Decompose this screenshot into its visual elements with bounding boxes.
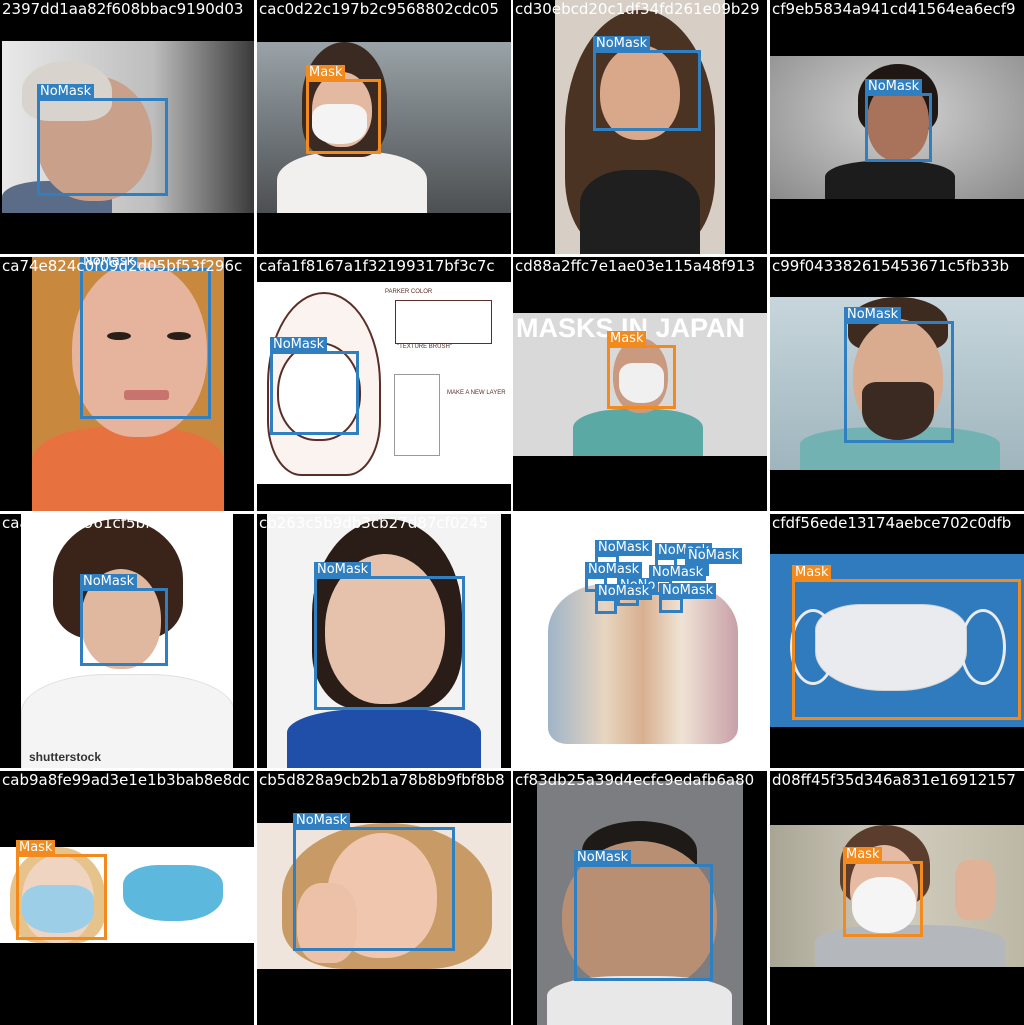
detection-box-nomask: NoMask bbox=[80, 257, 211, 419]
detection-box-nomask: NoMask bbox=[314, 562, 465, 710]
tile-title: cd88a2ffc7e1ae03e115a48f913 bbox=[515, 257, 756, 275]
person-body bbox=[580, 170, 700, 254]
detection-box-nomask: NoMask bbox=[574, 850, 713, 981]
detection-label: NoMask bbox=[314, 562, 372, 578]
detection-label: NoMask bbox=[270, 337, 328, 353]
detection-box-nomask: NoMask bbox=[844, 307, 954, 443]
tile-10: cb263c5b9db3cb27d87cf0245 NoMask bbox=[257, 514, 511, 768]
sketch-note: MAKE A NEW LAYER bbox=[447, 390, 506, 396]
tile-1: 2397dd1aa82f608bbac9190d03 NoMask bbox=[0, 0, 254, 254]
detection-label: Mask bbox=[607, 331, 647, 347]
tile-13: cab9a8fe99ad3e1e1b3bab8e8dc Mask bbox=[0, 771, 254, 1025]
tile-6: cafa1f8167a1f32199317bf3c7c PARKER COLOR… bbox=[257, 257, 511, 511]
detection-box-nomask: NoMask bbox=[865, 79, 932, 162]
tile-title: cafa1f8167a1f32199317bf3c7c bbox=[259, 257, 495, 275]
tile-14: cb5d828a9cb2b1a78b8b9fbf8b8 NoMask bbox=[257, 771, 511, 1025]
detection-box-mask: Mask bbox=[792, 565, 1021, 720]
detection-box-nomask: NoMask bbox=[80, 574, 168, 666]
tile-title: d08ff45f35d346a831e16912157 bbox=[772, 771, 1016, 789]
detection-box-nomask: NoMask bbox=[659, 583, 717, 613]
watermark: shutterstock bbox=[29, 750, 102, 764]
tile-2: cac0d22c197b2c9568802cdc05 Mask bbox=[257, 0, 511, 254]
detection-label: NoMask bbox=[293, 813, 351, 829]
detection-label: NoMask bbox=[585, 562, 643, 578]
detection-box-mask: Mask bbox=[16, 840, 107, 940]
detection-box-nomask: NoMask bbox=[293, 813, 455, 951]
detection-label: Mask bbox=[792, 565, 832, 581]
detection-label: NoMask bbox=[37, 84, 95, 100]
detection-box-mask: Mask bbox=[843, 847, 923, 937]
tile-12: cfdf56ede13174aebce702c0dfb Mask bbox=[770, 514, 1024, 768]
layers-panel bbox=[394, 374, 440, 456]
sketch-note: PARKER COLOR bbox=[385, 289, 433, 295]
person-body bbox=[32, 427, 224, 511]
detection-label: Mask bbox=[16, 840, 56, 856]
detection-box-nomask: NoMask bbox=[593, 36, 701, 131]
tile-title: cab9a8fe99ad3e1e1b3bab8e8dc bbox=[2, 771, 251, 789]
tile-title: cb263c5b9db3cb27d87cf0245 bbox=[259, 514, 489, 532]
tile-title: 2397dd1aa82f608bbac9190d03 bbox=[2, 0, 244, 18]
detection-label: NoMask bbox=[844, 307, 902, 323]
person-body bbox=[547, 976, 732, 1025]
tile-8: c99f043382615453671c5fb33b NoMask bbox=[770, 257, 1024, 511]
tile-title: ca74e824c0f09d2d05bf53f296c bbox=[2, 257, 243, 275]
detection-box-nomask: NoMask bbox=[37, 84, 168, 196]
detection-label: NoMask bbox=[574, 850, 632, 866]
tile-title: cac0d22c197b2c9568802cdc05 bbox=[259, 0, 499, 18]
person-body bbox=[825, 161, 955, 199]
loose-mask bbox=[123, 865, 223, 921]
tile-16: d08ff45f35d346a831e16912157 Mask bbox=[770, 771, 1024, 1025]
detection-label: NoMask bbox=[659, 583, 717, 599]
tile-title: cb5d828a9cb2b1a78b8b9fbf8b8 bbox=[259, 771, 505, 789]
sketch-note: "TEXTURE BRUSH" bbox=[397, 344, 452, 350]
detection-label: NoMask bbox=[865, 79, 923, 95]
person-body bbox=[287, 709, 481, 768]
detection-box-nomask: NoMask bbox=[270, 337, 359, 435]
brush-panel bbox=[395, 300, 492, 344]
group-people bbox=[548, 584, 738, 744]
detection-label: Mask bbox=[843, 847, 883, 863]
tile-15: cf83db25a39d4ecfc9edafb6a80 NoMask bbox=[513, 771, 767, 1025]
tile-title: caaca8ba4961cf5bf7f62f7287 bbox=[2, 514, 228, 532]
tile-title: cfdf56ede13174aebce702c0dfb bbox=[772, 514, 1012, 532]
detection-box-mask: Mask bbox=[306, 65, 381, 154]
detection-box-mask: Mask bbox=[607, 331, 676, 409]
person-body bbox=[573, 409, 703, 456]
tile-4: cf9eb5834a941cd41564ea6ecf9 NoMask bbox=[770, 0, 1024, 254]
detection-box-nomask: NoMask bbox=[595, 584, 653, 614]
tile-7: cd88a2ffc7e1ae03e115a48f913 MASKS IN JAP… bbox=[513, 257, 767, 511]
detection-label: NoMask bbox=[593, 36, 651, 52]
tile-title: cf9eb5834a941cd41564ea6ecf9 bbox=[772, 0, 1016, 18]
photo bbox=[257, 42, 511, 213]
person-body bbox=[277, 152, 427, 213]
tile-5: ca74e824c0f09d2d05bf53f296c NoMask bbox=[0, 257, 254, 511]
detection-label: NoMask bbox=[80, 574, 138, 590]
tile-11: ccdacd60d3502e5b06c28dea7f0 NoMask NoMas… bbox=[513, 514, 767, 768]
tile-3: cd30ebcd20c1df34fd261e09b29 NoMask bbox=[513, 0, 767, 254]
detection-label: NoMask bbox=[685, 548, 743, 564]
tile-title: cf83db25a39d4ecfc9edafb6a80 bbox=[515, 771, 755, 789]
detection-grid: 2397dd1aa82f608bbac9190d03 NoMask cac0d2… bbox=[0, 0, 1024, 1025]
tile-title: ccdacd60d3502e5b06c28dea7f0 bbox=[515, 514, 762, 532]
detection-label: NoMask bbox=[595, 540, 653, 556]
tile-title: c99f043382615453671c5fb33b bbox=[772, 257, 1009, 275]
tile-9: caaca8ba4961cf5bf7f62f7287 shutterstock … bbox=[0, 514, 254, 768]
thumbs-up-hand bbox=[955, 860, 995, 920]
detection-label: Mask bbox=[306, 65, 346, 81]
tile-title: cd30ebcd20c1df34fd261e09b29 bbox=[515, 0, 760, 18]
detection-label: NoMask bbox=[595, 584, 653, 600]
